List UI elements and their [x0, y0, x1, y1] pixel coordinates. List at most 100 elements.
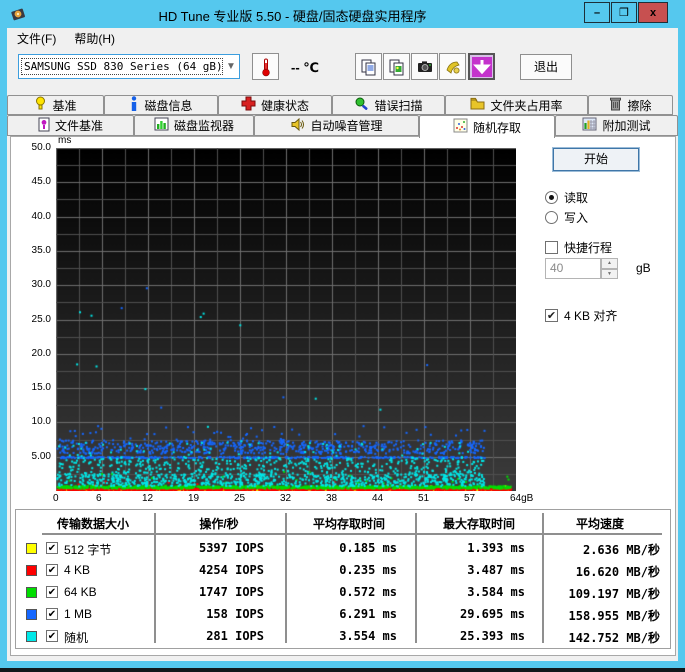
series-checkbox[interactable]: ✔: [46, 542, 58, 554]
tab-label: 基准: [52, 97, 76, 114]
magnifier-icon: [354, 96, 369, 114]
copy-image-button[interactable]: [383, 53, 410, 80]
read-label: 读取: [564, 189, 588, 206]
options-button[interactable]: [439, 53, 466, 80]
drive-select[interactable]: SAMSUNG SSD 830 Series (64 gB) ▼: [18, 54, 240, 79]
chevron-down-icon: ▼: [223, 61, 239, 72]
y-tick-label: 45.0: [11, 176, 51, 187]
thermometer-icon: [260, 57, 272, 77]
y-tick-label: 20.0: [11, 348, 51, 359]
copy-image-icon: [388, 58, 406, 76]
series-checkbox[interactable]: ✔: [46, 564, 58, 576]
tab-文件基准[interactable]: 文件基准: [7, 115, 134, 136]
lightbulb-icon: [34, 96, 47, 114]
tab-磁盘监视器[interactable]: 磁盘监视器: [134, 115, 254, 136]
column-header: 操作/秒: [199, 515, 238, 532]
tab-label: 附加测试: [602, 117, 650, 134]
screen-edge: [0, 668, 685, 672]
screenshot-button[interactable]: [411, 53, 438, 80]
tab-随机存取[interactable]: 随机存取: [419, 115, 555, 138]
legend-swatch: [26, 609, 37, 620]
legend-swatch: [26, 587, 37, 598]
series-label: 随机: [64, 629, 88, 646]
align-4kb-checkbox[interactable]: ✔: [545, 309, 558, 322]
series-checkbox[interactable]: ✔: [46, 608, 58, 620]
tab-label: 错误扫描: [374, 97, 422, 114]
legend-swatch: [26, 543, 37, 554]
separator: [541, 230, 663, 231]
series-label: 1 MB: [64, 607, 92, 621]
trash-icon: [609, 96, 622, 114]
tab-label: 自动噪音管理: [310, 117, 382, 134]
table-cell: 0.185 ms: [339, 541, 397, 555]
save-results-button[interactable]: [468, 53, 495, 80]
temperature-readout: -- ℃: [291, 60, 319, 76]
tab-row-1: 基准 磁盘信息 健康状态 错误扫描 文件夹占用率擦除: [7, 95, 678, 115]
menu-file[interactable]: 文件(F): [9, 28, 64, 49]
minimize-button[interactable]: –: [584, 2, 610, 23]
menu-bar: 文件(F) 帮助(H): [7, 28, 678, 48]
align-row[interactable]: ✔ 4 KB 对齐: [545, 307, 617, 324]
x-tick-label: 38: [326, 493, 337, 504]
write-radio[interactable]: [545, 211, 558, 224]
tab-基准[interactable]: 基准: [7, 95, 104, 115]
tab-row-2: 文件基准磁盘监视器 自动噪音管理 随机存取 附加测试: [7, 115, 678, 136]
separator: [541, 181, 663, 182]
y-axis-unit-label: ms: [58, 135, 71, 146]
extra-tests-icon: [582, 117, 597, 134]
column-header: 最大存取时间: [443, 515, 515, 532]
write-radio-row[interactable]: 写入: [545, 209, 588, 226]
tab-自动噪音管理[interactable]: 自动噪音管理: [254, 115, 419, 136]
maximize-icon: ❒: [619, 6, 629, 19]
read-radio[interactable]: [545, 191, 558, 204]
maximize-button[interactable]: ❒: [611, 2, 637, 23]
temperature-button[interactable]: [252, 53, 279, 80]
exit-button[interactable]: 退出: [520, 54, 572, 80]
y-tick-label: 10.0: [11, 416, 51, 427]
tab-label: 随机存取: [473, 119, 521, 136]
temperature-value: --: [291, 60, 300, 75]
table-cell: 0.235 ms: [339, 563, 397, 577]
tab-错误扫描[interactable]: 错误扫描: [332, 95, 445, 115]
app-window: HD Tune 专业版 5.50 - 硬盘/固态硬盘实用程序 – ❒ x 文件(…: [0, 0, 685, 672]
drive-select-value: SAMSUNG SSD 830 Series (64 gB): [22, 59, 222, 74]
series-checkbox[interactable]: ✔: [46, 586, 58, 598]
title-bar[interactable]: HD Tune 专业版 5.50 - 硬盘/固态硬盘实用程序 – ❒ x: [0, 0, 685, 28]
stepper-down-icon[interactable]: ▼: [601, 269, 618, 280]
table-cell: 158.955 MB/秒: [569, 607, 660, 624]
speaker-icon: [290, 117, 305, 135]
file-benchmark-icon: [38, 117, 50, 135]
window-frame: [0, 661, 685, 668]
close-button[interactable]: x: [638, 2, 668, 23]
series-checkbox[interactable]: ✔: [46, 630, 58, 642]
info-icon: [129, 96, 139, 114]
x-tick-label: 51: [418, 493, 429, 504]
table-cell: 5397 IOPS: [199, 541, 264, 555]
x-tick-label: 57: [464, 493, 475, 504]
capacity-unit-label: gB: [636, 261, 651, 275]
table-cell: 3.554 ms: [339, 629, 397, 643]
tab-磁盘信息[interactable]: 磁盘信息: [104, 95, 218, 115]
tab-附加测试[interactable]: 附加测试: [555, 115, 678, 136]
tab-label: 磁盘信息: [144, 97, 192, 114]
column-divider: [542, 513, 544, 643]
y-tick-label: 40.0: [11, 211, 51, 222]
legend-swatch: [26, 631, 37, 642]
short-stroke-checkbox[interactable]: [545, 241, 558, 254]
copy-text-button[interactable]: [355, 53, 382, 80]
start-button[interactable]: 开始: [553, 148, 639, 171]
menu-help[interactable]: 帮助(H): [66, 28, 123, 49]
tab-文件夹占用率[interactable]: 文件夹占用率: [445, 95, 588, 115]
table-cell: 1.393 ms: [467, 541, 525, 555]
x-tick-label: 6: [96, 493, 102, 504]
table-cell: 2.636 MB/秒: [583, 541, 660, 558]
short-stroke-row[interactable]: 快捷行程: [545, 239, 612, 256]
stepper-up-icon[interactable]: ▲: [601, 258, 618, 269]
read-radio-row[interactable]: 读取: [545, 189, 588, 206]
tab-健康状态[interactable]: 健康状态: [218, 95, 332, 115]
capacity-input[interactable]: 40: [545, 258, 601, 279]
tab-擦除[interactable]: 擦除: [588, 95, 673, 115]
x-tick-label: 64gB: [510, 493, 533, 504]
capacity-stepper[interactable]: ▲ ▼: [601, 258, 618, 279]
download-arrow-icon: [472, 57, 492, 77]
